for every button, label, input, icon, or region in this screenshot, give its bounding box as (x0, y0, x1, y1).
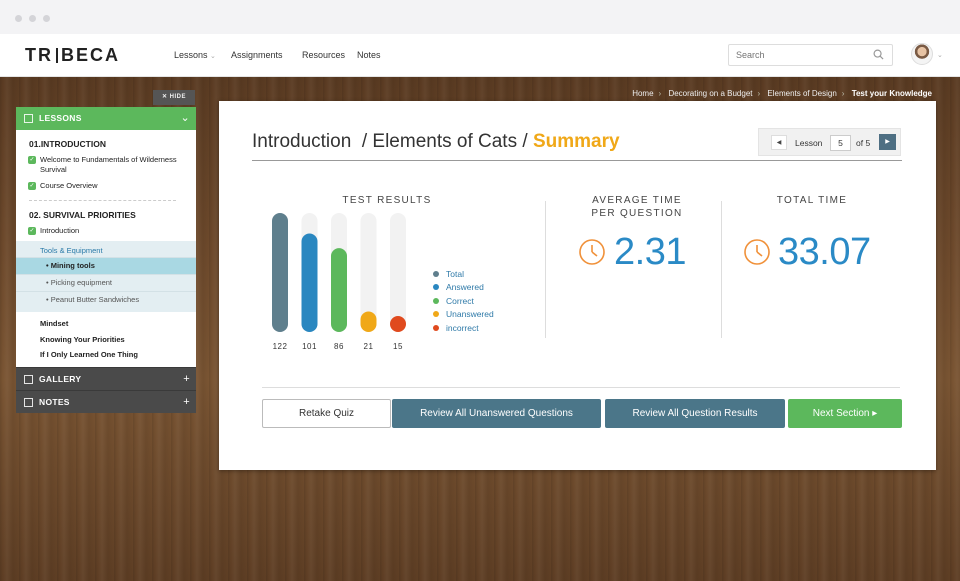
module-title: 02. SURVIVAL PRIORITIES (29, 210, 136, 220)
clock-icon (744, 239, 770, 265)
chevron-down-icon[interactable]: ⌄ (180, 107, 190, 130)
summary-card: Introduction / Elements of Cats / Summar… (219, 101, 936, 470)
nav-resources[interactable]: Resources (302, 50, 345, 60)
title-divider (252, 160, 902, 161)
lesson-item[interactable]: ✓ Welcome to Fundamentals of Wilderness S… (16, 155, 196, 175)
bar-incorrect (390, 316, 406, 332)
lesson-pager: ◀ Lesson of 5 ▶ (758, 128, 901, 156)
chevron-down-icon[interactable]: ⌄ (937, 51, 943, 59)
subgroup-item[interactable]: • Mining tools (16, 257, 196, 274)
check-icon: ✓ (28, 156, 36, 164)
sidebar: LESSONS ⌄ 01.INTRODUCTION ✓ Welcome to Fu… (16, 107, 196, 413)
lesson-label: Lesson (795, 138, 823, 148)
bar-value-label: 15 (393, 342, 403, 351)
actions-divider (262, 387, 900, 388)
page-title: Introduction / Elements of Cats / Summar… (252, 131, 620, 152)
lessons-section-header[interactable]: LESSONS ⌄ (16, 107, 196, 130)
average-time-heading: AVERAGE TIME PER QUESTION (591, 195, 683, 219)
nav-notes[interactable]: Notes (357, 50, 381, 60)
hide-sidebar-button[interactable]: ✕ HIDE (153, 90, 195, 105)
review-results-button[interactable]: Review All Question Results (605, 399, 785, 428)
breadcrumb-current: Test your Knowledge (851, 89, 932, 98)
test-results-heading: TEST RESULTS (342, 195, 432, 206)
notes-label: NOTES (39, 396, 70, 407)
lesson-item[interactable]: If I Only Learned One Thing (16, 347, 196, 363)
lesson-item[interactable]: ✓ Introduction (16, 226, 196, 236)
gallery-label: GALLERY (39, 373, 82, 384)
window-minimize-dot[interactable] (29, 15, 36, 22)
test-results-chart: 122 101 86 21 15 (272, 213, 406, 351)
check-icon: ✓ (28, 182, 36, 190)
search-icon[interactable] (873, 49, 884, 60)
legend-item: Correct (433, 296, 474, 306)
search-input[interactable] (736, 45, 866, 65)
window-close-dot[interactable] (15, 15, 22, 22)
nav-assignments[interactable]: Assignments (231, 50, 283, 60)
breadcrumb-module[interactable]: Elements of Design (767, 89, 836, 98)
subgroup-item[interactable]: • Peanut Butter Sandwiches (16, 291, 196, 308)
next-section-button[interactable]: Next Section ▸ (788, 399, 902, 428)
legend-item: Total (433, 269, 464, 279)
bar-answered (301, 233, 318, 332)
breadcrumb-course[interactable]: Decorating on a Budget (668, 89, 752, 98)
chevron-down-icon: ⌄ (210, 53, 216, 60)
next-lesson-button[interactable]: ▶ (879, 134, 896, 150)
notes-icon (24, 397, 33, 407)
bar-value-label: 86 (334, 342, 344, 351)
breadcrumb-home[interactable]: Home (632, 89, 653, 98)
lesson-number-input[interactable] (830, 135, 851, 151)
gallery-section-header[interactable]: GALLERY + (16, 366, 196, 391)
previous-lesson-button[interactable]: ◀ (771, 135, 787, 150)
check-icon: ✓ (28, 227, 36, 235)
bar-value-label: 101 (302, 342, 317, 351)
lesson-item[interactable]: ✓ Course Overview (16, 181, 196, 191)
legend-item: Answered (433, 282, 484, 292)
lesson-item[interactable]: Knowing Your Priorities (16, 332, 196, 348)
module-title: 01.INTRODUCTION (29, 139, 106, 149)
notes-section-header[interactable]: NOTES + (16, 389, 196, 414)
average-time-value: 2.31 (614, 231, 686, 273)
search-box (728, 44, 893, 66)
lesson-item[interactable]: Mindset (16, 316, 196, 332)
retake-quiz-button[interactable]: Retake Quiz (262, 399, 391, 428)
column-divider (721, 201, 722, 338)
subgroup-title[interactable]: Tools & Equipment (16, 245, 196, 257)
user-avatar[interactable] (911, 43, 933, 65)
bar-value-label: 122 (273, 342, 288, 351)
legend-item: Unanswered (433, 309, 494, 319)
plus-icon[interactable]: + (183, 368, 190, 391)
total-time-heading: TOTAL TIME (776, 195, 848, 206)
top-nav: TR BECA Lessons ⌄ Assignments Resources N… (0, 34, 960, 77)
nav-lessons[interactable]: Lessons ⌄ (174, 50, 216, 60)
lessons-icon (24, 114, 33, 123)
clock-icon (579, 239, 605, 265)
bar-unanswered (360, 311, 377, 332)
gallery-icon (24, 374, 33, 384)
browser-chrome (0, 0, 960, 34)
window-maximize-dot[interactable] (43, 15, 50, 22)
tribeca-logo[interactable]: TR BECA (25, 45, 120, 66)
review-unanswered-button[interactable]: Review All Unanswered Questions (392, 399, 601, 428)
column-divider (545, 201, 546, 338)
bar-value-label: 21 (364, 342, 374, 351)
plus-icon[interactable]: + (183, 391, 190, 414)
bar-track (390, 213, 406, 332)
breadcrumb: Home › Decorating on a Budget › Elements o… (632, 89, 932, 98)
lesson-subgroup: Tools & Equipment • Mining tools • Picki… (16, 241, 196, 312)
lessons-list: 01.INTRODUCTION ✓ Welcome to Fundamentals… (16, 130, 196, 367)
total-time-value: 33.07 (778, 231, 871, 273)
bar-total (272, 213, 288, 332)
legend-item: incorrect (433, 323, 479, 333)
bar-correct (331, 248, 347, 332)
subgroup-item[interactable]: • Picking equipment (16, 274, 196, 291)
lesson-total: of 5 (856, 138, 871, 148)
lessons-label: LESSONS (39, 113, 82, 123)
